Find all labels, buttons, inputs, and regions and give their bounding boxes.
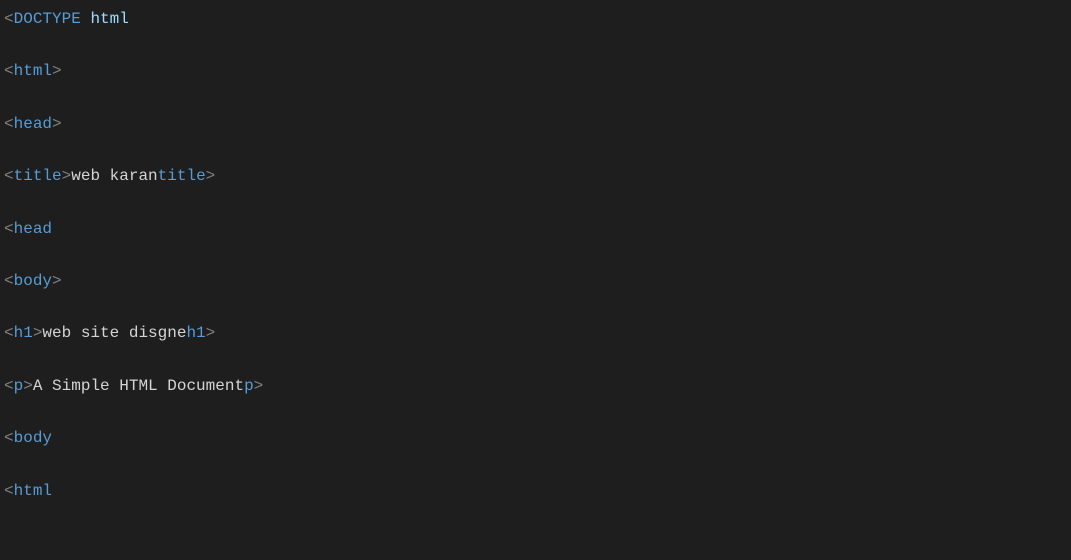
bracket: > — [52, 115, 62, 133]
bracket: < — [4, 429, 14, 447]
bracket: < — [4, 62, 14, 80]
bracket: < — [4, 167, 14, 185]
bracket: < — [4, 482, 14, 500]
bracket: > — [23, 377, 33, 395]
html-tag: html — [14, 62, 52, 80]
code-line-1: <DOCTYPE html — [4, 8, 1067, 30]
code-line-5: <head — [4, 218, 1067, 240]
html-tag: html — [14, 482, 52, 500]
bracket: > — [254, 377, 264, 395]
p-open-tag: p — [14, 377, 24, 395]
head-tag: head — [14, 115, 52, 133]
title-open-tag: title — [14, 167, 62, 185]
space — [81, 10, 91, 28]
code-line-6: <body> — [4, 270, 1067, 292]
p-close-tag: p — [244, 377, 254, 395]
html-attr: html — [90, 10, 128, 28]
body-tag: body — [14, 429, 52, 447]
code-line-4: <title>web karantitle> — [4, 165, 1067, 187]
bracket: < — [4, 324, 14, 342]
p-content: A Simple HTML Document — [33, 377, 244, 395]
bracket: < — [4, 377, 14, 395]
title-content: web karan — [71, 167, 157, 185]
bracket: > — [62, 167, 72, 185]
body-tag: body — [14, 272, 52, 290]
bracket: < — [4, 220, 14, 238]
code-editor[interactable]: <DOCTYPE html <html> <head> <title>web k… — [0, 0, 1071, 510]
bracket: > — [206, 167, 216, 185]
h1-content: web site disgne — [42, 324, 186, 342]
code-line-3: <head> — [4, 113, 1067, 135]
code-line-7: <h1>web site disgneh1> — [4, 322, 1067, 344]
doctype-keyword: DOCTYPE — [14, 10, 81, 28]
h1-close-tag: h1 — [186, 324, 205, 342]
title-close-tag: title — [158, 167, 206, 185]
bracket: > — [206, 324, 216, 342]
code-line-2: <html> — [4, 60, 1067, 82]
bracket: > — [52, 272, 62, 290]
head-tag: head — [14, 220, 52, 238]
code-line-8: <p>A Simple HTML Documentp> — [4, 375, 1067, 397]
code-line-10: <html — [4, 480, 1067, 502]
bracket: < — [4, 115, 14, 133]
h1-open-tag: h1 — [14, 324, 33, 342]
bracket: > — [52, 62, 62, 80]
code-line-9: <body — [4, 427, 1067, 449]
bracket: < — [4, 10, 14, 28]
bracket: > — [33, 324, 43, 342]
bracket: < — [4, 272, 14, 290]
